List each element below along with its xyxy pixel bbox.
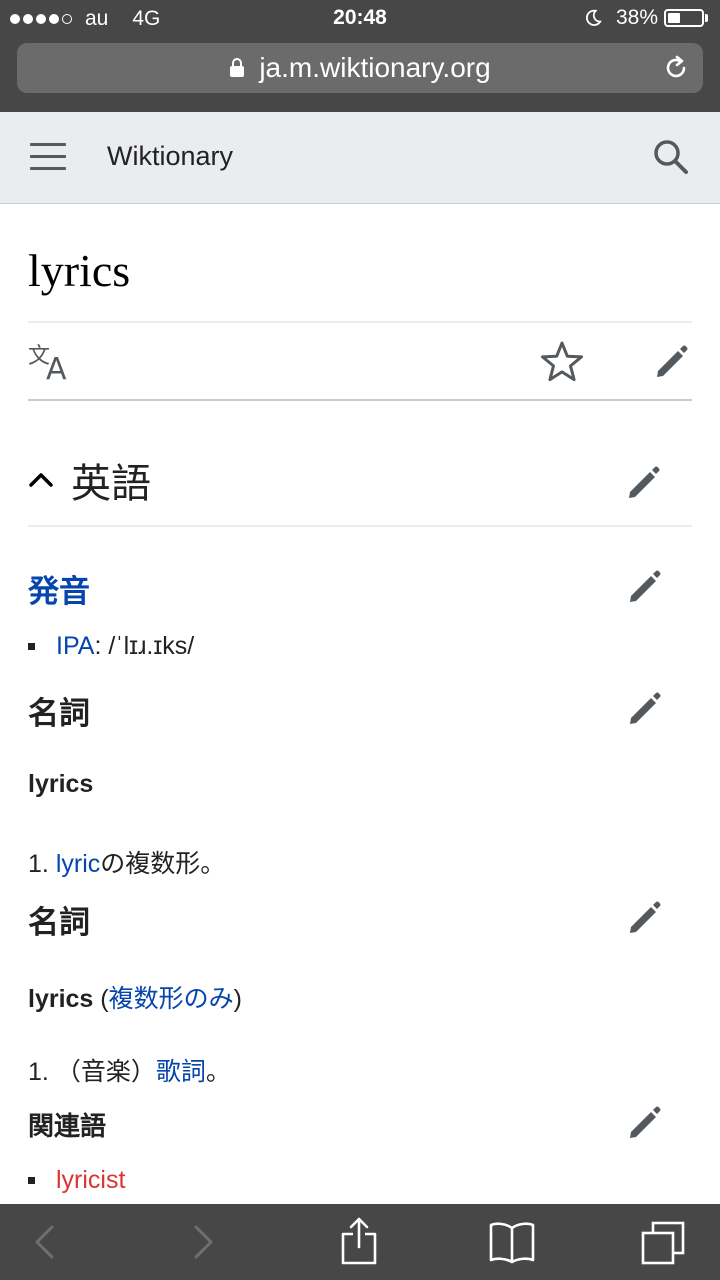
definition: 1. lyricの複数形。: [28, 844, 225, 880]
moon-icon: [585, 9, 602, 26]
list-item: IPA : /ˈlɪɹ.ɪks/: [28, 632, 194, 661]
section-header-english[interactable]: 英語: [28, 449, 692, 527]
page-title: lyrics: [28, 245, 131, 296]
chevron-up-icon[interactable]: [28, 467, 54, 493]
menu-icon[interactable]: [30, 143, 66, 171]
status-bar: au 4G 20:48 38%: [0, 0, 720, 36]
star-icon[interactable]: [540, 340, 584, 384]
battery-level: [668, 13, 681, 23]
definition-link[interactable]: lyric: [56, 850, 100, 878]
ipa-value: : /ˈlɪɹ.ɪks/: [94, 632, 195, 660]
headword: lyrics: [28, 770, 94, 798]
definition-link[interactable]: 歌詞: [156, 1058, 206, 1086]
battery-percent: 38%: [615, 6, 658, 29]
reload-icon[interactable]: [663, 55, 689, 81]
site-header: Wiktionary: [0, 112, 720, 204]
edit-pencil-icon[interactable]: [625, 690, 663, 728]
address-bar[interactable]: ja.m.wiktionary.org: [17, 43, 703, 93]
qualifier-link[interactable]: 複数形のみ: [109, 985, 234, 1013]
headword: lyrics (複数形のみ): [28, 985, 242, 1013]
bookmarks-icon[interactable]: [488, 1220, 536, 1264]
pronunciation-heading[interactable]: 発音: [28, 566, 90, 611]
definition: 1. （音楽）歌詞。: [28, 1058, 231, 1086]
browser-top-chrome: au 4G 20:48 38% ja.m.wiktionary.org: [0, 0, 720, 112]
search-icon[interactable]: [652, 138, 690, 176]
noun-heading: 名詞: [28, 696, 90, 731]
section-title: 英語: [71, 461, 151, 507]
definition-number: 1.: [28, 1058, 49, 1086]
url-text: ja.m.wiktionary.org: [259, 52, 491, 83]
lock-icon: [230, 58, 245, 77]
edit-pencil-icon[interactable]: [625, 568, 663, 606]
edit-pencil-icon[interactable]: [625, 899, 663, 937]
bullet: [28, 643, 35, 650]
browser-toolbar: [0, 1204, 720, 1280]
language-icon[interactable]: 文 A: [28, 341, 74, 381]
edit-pencil-icon[interactable]: [625, 1104, 663, 1142]
related-heading: 関連語: [28, 1111, 107, 1141]
edit-pencil-icon[interactable]: [652, 343, 690, 381]
share-icon[interactable]: [340, 1216, 378, 1266]
tabs-icon[interactable]: [640, 1220, 686, 1266]
definition-prefix: （音楽）: [55, 1058, 156, 1086]
site-title[interactable]: Wiktionary: [107, 141, 233, 172]
bullet: [28, 1177, 35, 1184]
edit-pencil-icon[interactable]: [624, 464, 662, 502]
forward-icon[interactable]: [192, 1224, 216, 1260]
battery-icon: [664, 9, 704, 27]
status-right: 38%: [584, 6, 708, 30]
battery-tip: [705, 14, 708, 22]
ipa-link[interactable]: IPA: [56, 632, 94, 661]
page-actions: 文 A: [28, 321, 692, 401]
phone-screen: au 4G 20:48 38% ja.m.wiktionary.org Wikt…: [0, 0, 720, 1280]
svg-text:A: A: [46, 352, 67, 381]
related-link[interactable]: lyricist: [56, 1166, 125, 1195]
definition-number: 1.: [28, 850, 49, 878]
list-item: lyricist: [28, 1166, 125, 1195]
back-icon[interactable]: [32, 1224, 56, 1260]
noun-heading: 名詞: [28, 905, 90, 940]
definition-text: の複数形。: [100, 850, 226, 878]
